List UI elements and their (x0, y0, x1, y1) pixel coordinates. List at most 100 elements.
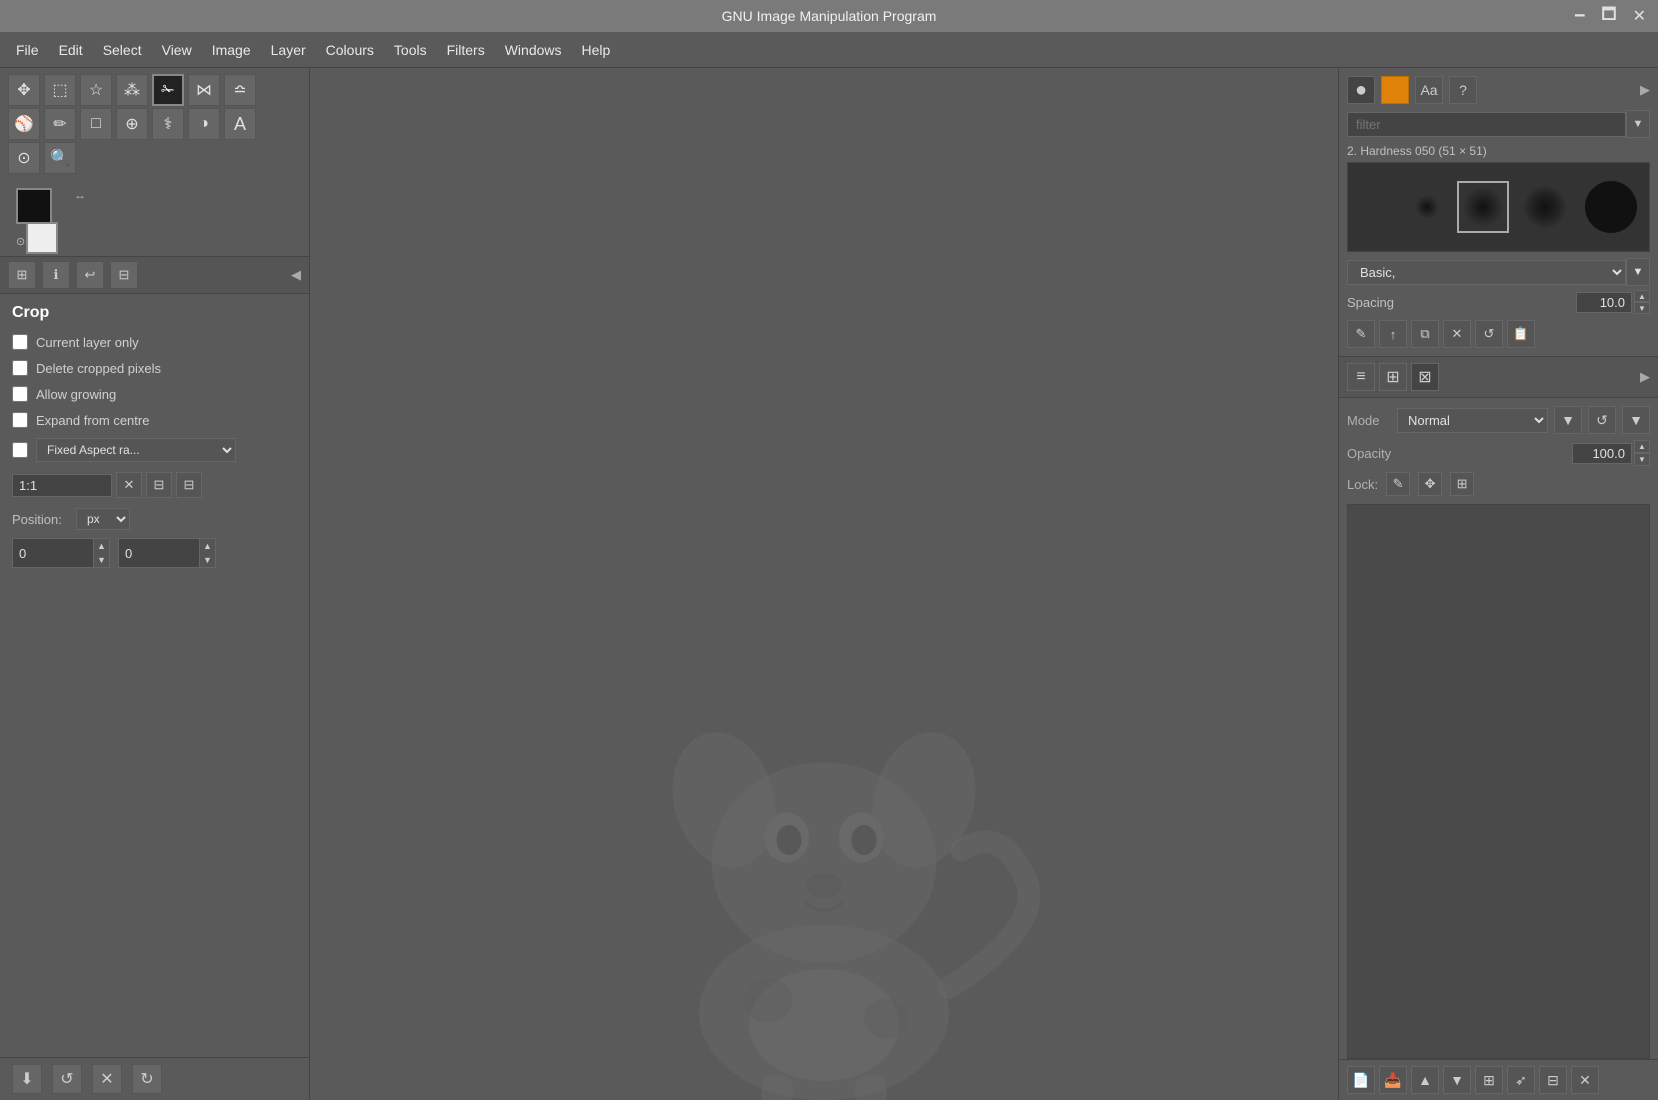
tool-dodge[interactable]: ◑ (188, 108, 220, 140)
spacing-down[interactable]: ▼ (1634, 302, 1650, 314)
menu-edit[interactable]: Edit (51, 39, 91, 61)
delete-layer-btn[interactable]: ✕ (1571, 1066, 1599, 1094)
menu-view[interactable]: View (154, 39, 200, 61)
mode-dropdown-btn[interactable]: ▼ (1554, 406, 1582, 434)
position-y-up[interactable]: ▲ (199, 539, 215, 553)
fixed-aspect-checkbox[interactable] (12, 442, 28, 458)
tool-rect-select[interactable]: ⬚ (44, 74, 76, 106)
lock-move-btn[interactable]: ✥ (1418, 472, 1442, 496)
tool-transform[interactable]: ⋈ (188, 74, 220, 106)
ratio-input[interactable] (12, 474, 112, 497)
position-x-up[interactable]: ▲ (93, 539, 109, 553)
tool-text[interactable]: A (224, 108, 256, 140)
menu-help[interactable]: Help (574, 39, 619, 61)
tool-crop[interactable]: ✁ (152, 74, 184, 106)
cancel-btn[interactable]: ✕ (92, 1064, 122, 1094)
background-color[interactable] (26, 222, 58, 254)
brushes-dot-icon[interactable]: ● (1347, 76, 1375, 104)
tool-clone[interactable]: ⊕ (116, 108, 148, 140)
tool-move[interactable]: ✥ (8, 74, 40, 106)
expand-from-centre-checkbox[interactable] (12, 412, 28, 428)
menu-filters[interactable]: Filters (439, 39, 493, 61)
allow-growing-checkbox[interactable] (12, 386, 28, 402)
ratio-clear-btn[interactable]: ✕ (116, 472, 142, 498)
channels-icon[interactable]: ⊞ (1379, 363, 1407, 391)
minimize-button[interactable]: 🗕 (1570, 1, 1589, 32)
ratio-portrait-btn[interactable]: ⊟ (176, 472, 202, 498)
foreground-color[interactable] (16, 188, 52, 224)
lock-alpha-btn[interactable]: ⊞ (1450, 472, 1474, 496)
mode-extra-btn[interactable]: ↺ (1588, 406, 1616, 434)
anchor-layer-btn[interactable]: ⊞ (1475, 1066, 1503, 1094)
position-x-down[interactable]: ▼ (93, 553, 109, 567)
menu-tools[interactable]: Tools (386, 39, 435, 61)
brush-type-select[interactable]: Basic, (1347, 260, 1626, 285)
maximize-button[interactable]: 🗖 (1597, 1, 1620, 32)
tab-image[interactable]: ⊟ (110, 261, 138, 289)
close-button[interactable]: ✕ (1629, 4, 1650, 28)
brushes-help-icon[interactable]: ? (1449, 76, 1477, 104)
layer-up-btn[interactable]: ▲ (1411, 1066, 1439, 1094)
brush-preset-soft-small[interactable] (1407, 187, 1447, 227)
new-layer-btn[interactable]: 📄 (1347, 1066, 1375, 1094)
menu-file[interactable]: File (8, 39, 47, 61)
menu-colours[interactable]: Colours (318, 39, 382, 61)
fixed-aspect-select[interactable]: Fixed Aspect ra... (36, 438, 236, 462)
lock-paint-btn[interactable]: ✎ (1386, 472, 1410, 496)
reset-colors-icon[interactable]: ⊙ (16, 235, 25, 248)
spacing-input[interactable] (1576, 292, 1632, 313)
brush-preset-large[interactable] (1581, 177, 1641, 237)
tool-fuzzy-select[interactable]: ⁂ (116, 74, 148, 106)
merge-down-btn[interactable]: ➶ (1507, 1066, 1535, 1094)
mode-extra-btn2[interactable]: ▼ (1622, 406, 1650, 434)
delete-cropped-checkbox[interactable] (12, 360, 28, 376)
tool-eraser[interactable]: □ (80, 108, 112, 140)
layer-down-btn[interactable]: ▼ (1443, 1066, 1471, 1094)
save-presets-btn[interactable]: ⬇ (12, 1064, 42, 1094)
brush-new-btn[interactable]: ↑ (1379, 320, 1407, 348)
position-y-down[interactable]: ▼ (199, 553, 215, 567)
current-layer-only-checkbox[interactable] (12, 334, 28, 350)
brush-filter-input[interactable] (1347, 112, 1626, 137)
right-panel-collapse[interactable]: ▶ (1640, 82, 1650, 98)
brush-edit-btn[interactable]: ✎ (1347, 320, 1375, 348)
menu-select[interactable]: Select (95, 39, 150, 61)
tool-zoom[interactable]: 🔍 (44, 142, 76, 174)
brushes-color-icon[interactable] (1381, 76, 1409, 104)
swap-colors-icon[interactable]: ↔ (74, 188, 86, 202)
ratio-landscape-btn[interactable]: ⊟ (146, 472, 172, 498)
brushes-font-icon[interactable]: Aa (1415, 76, 1443, 104)
position-x-input[interactable] (13, 543, 93, 564)
brush-preset-medium[interactable] (1520, 182, 1570, 232)
brush-delete-btn[interactable]: ✕ (1443, 320, 1471, 348)
brush-preset-line[interactable] (1356, 192, 1396, 222)
menu-image[interactable]: Image (204, 39, 259, 61)
menu-layer[interactable]: Layer (263, 39, 314, 61)
tool-bucket[interactable]: ⚾ (8, 108, 40, 140)
brush-preset-selected[interactable] (1457, 181, 1509, 233)
brush-refresh-btn[interactable]: ↺ (1475, 320, 1503, 348)
brush-type-dropdown-btn[interactable]: ▼ (1626, 258, 1650, 286)
reset-btn[interactable]: ↺ (52, 1064, 82, 1094)
tool-pencil[interactable]: ✏ (44, 108, 76, 140)
brush-clipboard-btn[interactable]: 📋 (1507, 320, 1535, 348)
opacity-up[interactable]: ▲ (1634, 440, 1650, 453)
opacity-down[interactable]: ▼ (1634, 453, 1650, 466)
canvas-area[interactable] (310, 68, 1338, 1100)
brush-duplicate-btn[interactable]: ⧉ (1411, 320, 1439, 348)
menu-windows[interactable]: Windows (497, 39, 570, 61)
duplicate-layer-btn[interactable]: ⊟ (1539, 1066, 1567, 1094)
paths-icon[interactable]: ⊠ (1411, 363, 1439, 391)
tab-undo[interactable]: ↩ (76, 261, 104, 289)
import-layer-btn[interactable]: 📥 (1379, 1066, 1407, 1094)
brush-filter-dropdown[interactable]: ▼ (1626, 110, 1650, 138)
tool-warp[interactable]: ≏ (224, 74, 256, 106)
layers-panel-collapse[interactable]: ▶ (1640, 369, 1650, 385)
position-unit-select[interactable]: px % mm (76, 508, 130, 530)
layers-icon[interactable]: ≡ (1347, 363, 1375, 391)
panel-collapse-icon[interactable]: ◀ (291, 267, 301, 283)
mode-select[interactable]: Normal Multiply Screen (1397, 408, 1548, 433)
spacing-up[interactable]: ▲ (1634, 290, 1650, 302)
tab-display[interactable]: ⊞ (8, 261, 36, 289)
tool-eyedropper[interactable]: ⊙ (8, 142, 40, 174)
